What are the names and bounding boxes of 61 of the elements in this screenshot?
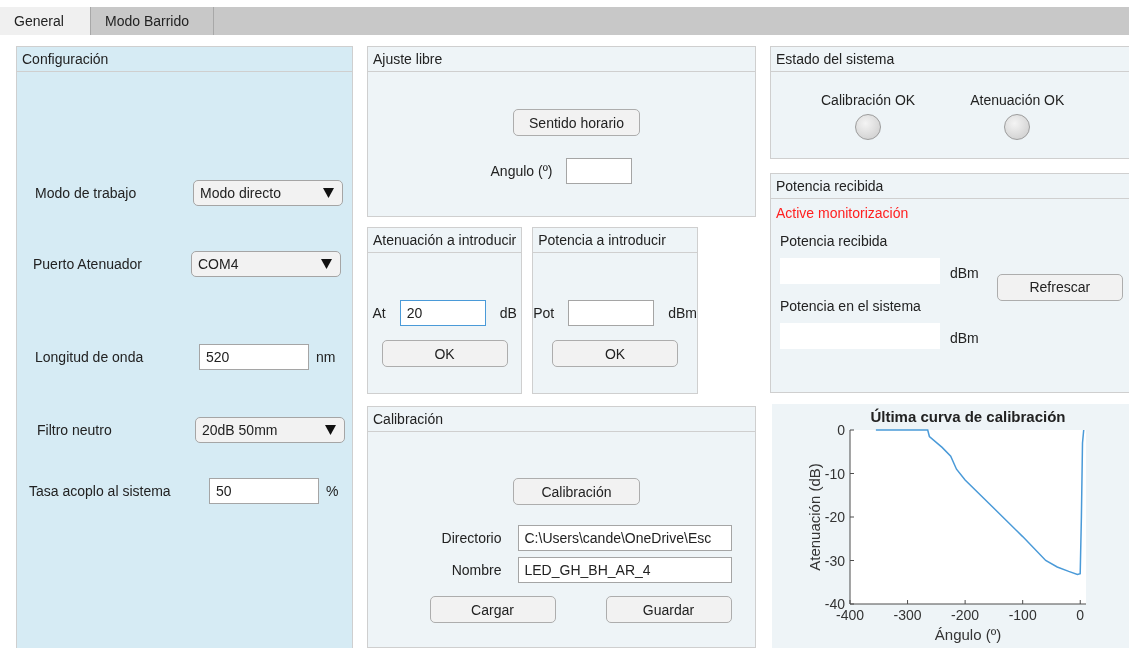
caret-icon: [323, 188, 334, 198]
unit-label: dBm: [950, 265, 979, 281]
dropdown[interactable]: 20dB 50mm: [195, 417, 345, 443]
lamp-label: Calibración OK: [821, 92, 916, 108]
y-tick-label: -40: [824, 596, 845, 612]
warning-text: Active monitorización: [776, 205, 910, 221]
refresh-button[interactable]: Refrescar: [996, 273, 1123, 301]
angle-field[interactable]: [566, 158, 633, 184]
x-tick-label: -100: [1008, 607, 1037, 623]
field-label: At: [372, 305, 386, 321]
field-label: Filtro neutro: [37, 422, 113, 438]
input-field[interactable]: 50: [209, 478, 319, 504]
input-field[interactable]: [568, 300, 655, 326]
action-button[interactable]: Guardar: [605, 596, 732, 623]
field-label: Tasa acoplo al sistema: [29, 483, 172, 499]
unit-label: dBm: [950, 330, 979, 346]
dropdown[interactable]: Modo directo: [193, 180, 343, 206]
input-field[interactable]: 20: [399, 300, 486, 326]
field-label: Puerto Atenuador: [33, 256, 143, 272]
x-tick-label: 0: [1076, 607, 1085, 623]
input-field[interactable]: 520: [199, 344, 309, 370]
panel-title: Potencia a introducir: [533, 228, 697, 253]
unit-label: dB: [499, 305, 517, 321]
y-tick-label: 0: [837, 422, 845, 438]
panel-title: Configuración: [17, 47, 352, 72]
field-label: Nombre: [450, 562, 502, 578]
caret-icon: [325, 425, 336, 435]
panel-title: Estado del sistema: [771, 47, 1129, 72]
panel-title: Calibración: [368, 407, 755, 432]
field-label: Potencia en el sistema: [780, 298, 922, 314]
panel-title: Ajuste libre: [368, 47, 755, 72]
y-tick-label: -10: [824, 465, 845, 482]
y-axis-label: Atenuación (dB): [806, 463, 823, 571]
field-label: Modo de trabajo: [35, 185, 138, 201]
panel-title: Potencia recibida: [771, 174, 1129, 199]
caret-icon: [321, 259, 332, 269]
calibration-button[interactable]: Calibración: [513, 478, 640, 505]
field-label: Directorio: [440, 530, 502, 546]
input-field[interactable]: LED_GH_BH_AR_4: [517, 557, 732, 583]
y-tick-label: -20: [824, 509, 845, 525]
field-label: Angulo (º): [490, 163, 553, 179]
x-axis-label: Ángulo (º): [934, 626, 1002, 643]
ok-button[interactable]: OK: [381, 340, 508, 367]
x-tick-label: -200: [951, 607, 980, 623]
field-label: Longitud de onda: [35, 349, 145, 365]
dropdown[interactable]: COM4: [191, 251, 341, 277]
ok-button[interactable]: OK: [552, 340, 679, 367]
input-field[interactable]: C:\Users\cande\OneDrive\Esc: [517, 525, 732, 551]
lamp-label: Atenuación OK: [970, 92, 1065, 108]
tab[interactable]: General: [0, 7, 91, 35]
unit-label: nm: [316, 349, 336, 365]
unit-label: %: [326, 483, 339, 499]
chart-title: Última curva de calibración: [870, 408, 1066, 425]
field-label: Potencia recibida: [780, 233, 889, 249]
action-button[interactable]: Cargar: [429, 596, 556, 623]
panel-title: Atenuación a introducir: [368, 228, 522, 253]
unit-label: dBm: [668, 305, 697, 321]
field-label: Pot: [533, 305, 555, 321]
clockwise-button[interactable]: Sentido horario: [513, 109, 640, 136]
y-tick-label: -30: [824, 552, 845, 569]
x-tick-label: -300: [893, 607, 922, 623]
